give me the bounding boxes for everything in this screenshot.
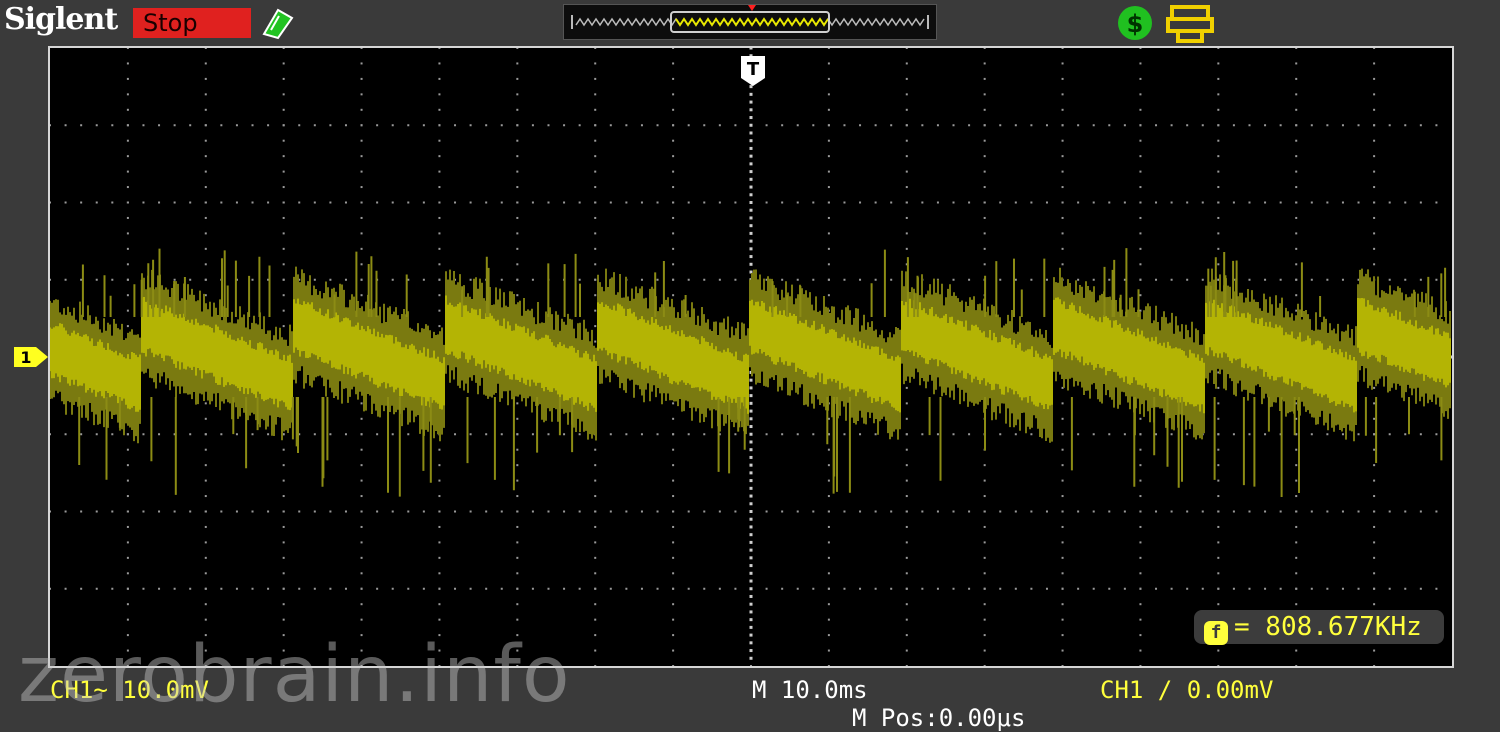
svg-text:$: $ xyxy=(1127,10,1144,38)
brand-logo: Siglent xyxy=(4,2,118,37)
run-stop-status[interactable]: Stop xyxy=(133,8,251,38)
frequency-icon: f xyxy=(1204,621,1228,645)
waveform-display[interactable] xyxy=(48,46,1454,668)
frequency-value: = 808.677KHz xyxy=(1234,612,1422,642)
channel1-offset-marker[interactable]: 1 xyxy=(14,345,50,369)
svg-text:1: 1 xyxy=(20,348,31,367)
memory-window[interactable] xyxy=(670,11,830,33)
trigger-setting[interactable]: CH1 ∕ 0.00mV xyxy=(1100,676,1273,704)
timebase[interactable]: M 10.0ms xyxy=(752,676,868,704)
printer-icon xyxy=(1166,5,1214,43)
top-status-bar: Siglent Stop $ xyxy=(0,0,1500,46)
horizontal-position[interactable]: M Pos:0.00μs xyxy=(852,704,1025,732)
svg-text:T: T xyxy=(747,59,760,80)
usb-icon: $ xyxy=(1118,6,1152,40)
trigger-ready-icon xyxy=(262,8,294,40)
trigger-position-marker[interactable]: T xyxy=(739,54,767,88)
frequency-readout: f = 808.677KHz xyxy=(1194,610,1444,645)
watermark: zerobrain.info xyxy=(18,630,571,720)
waveform-canvas xyxy=(50,48,1452,666)
